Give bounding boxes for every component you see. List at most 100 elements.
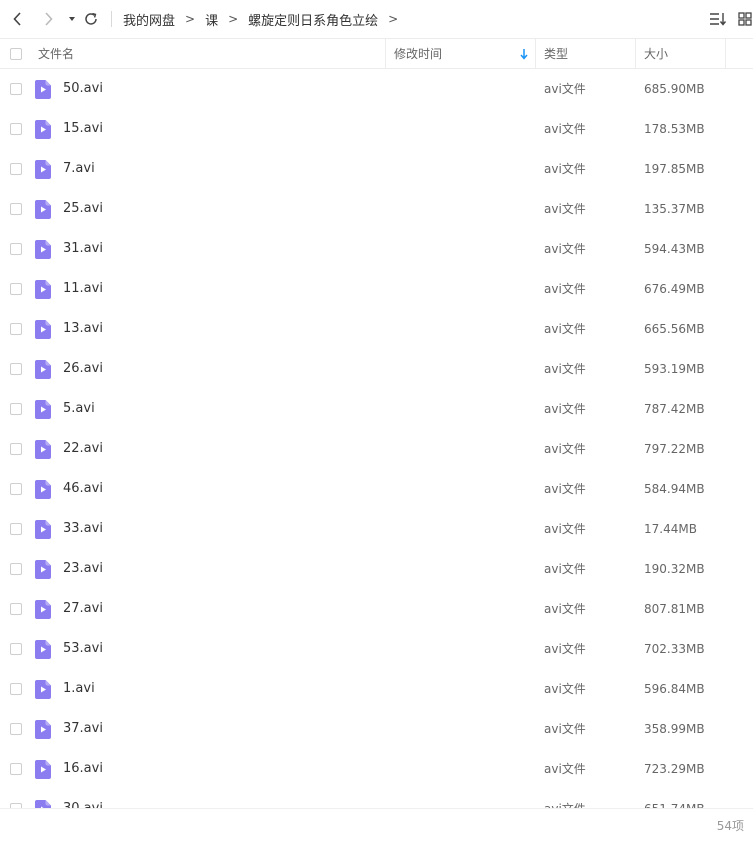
file-type: avi文件 (544, 282, 586, 296)
forward-button[interactable] (38, 9, 58, 29)
file-name[interactable]: 53.avi (63, 629, 103, 669)
column-divider[interactable] (535, 39, 536, 68)
row-checkbox[interactable] (10, 323, 22, 335)
grid-view-button[interactable] (735, 9, 753, 29)
row-checkbox[interactable] (10, 363, 22, 375)
row-checkbox[interactable] (10, 763, 22, 775)
file-name[interactable]: 33.avi (63, 509, 103, 549)
file-row[interactable]: 53.avi avi文件 702.33MB (0, 629, 753, 669)
breadcrumb-item-current[interactable]: 螺旋定则日系角色立绘 (248, 10, 378, 29)
refresh-button[interactable] (81, 9, 101, 29)
video-file-icon (35, 80, 51, 99)
file-list[interactable]: 50.avi avi文件 685.90MB 15.avi avi文件 178.5… (0, 69, 753, 808)
file-type: avi文件 (544, 682, 586, 696)
file-name[interactable]: 7.avi (63, 149, 95, 189)
file-name[interactable]: 23.avi (63, 549, 103, 589)
column-divider[interactable] (635, 39, 636, 68)
file-row[interactable]: 22.avi avi文件 797.22MB (0, 429, 753, 469)
video-file-icon (35, 360, 51, 379)
row-checkbox[interactable] (10, 683, 22, 695)
file-row[interactable]: 33.avi avi文件 17.44MB (0, 509, 753, 549)
file-row[interactable]: 16.avi avi文件 723.29MB (0, 749, 753, 789)
file-name[interactable]: 5.avi (63, 389, 95, 429)
select-all-checkbox[interactable] (10, 47, 22, 60)
column-header-name[interactable]: 文件名 (38, 39, 384, 68)
file-size: 190.32MB (644, 562, 705, 576)
row-checkbox[interactable] (10, 563, 22, 575)
file-size: 593.19MB (644, 362, 705, 376)
file-name[interactable]: 50.avi (63, 69, 103, 109)
video-file-icon (35, 760, 51, 779)
file-row[interactable]: 7.avi avi文件 197.85MB (0, 149, 753, 189)
file-row[interactable]: 15.avi avi文件 178.53MB (0, 109, 753, 149)
column-divider[interactable] (725, 39, 726, 68)
file-name[interactable]: 46.avi (63, 469, 103, 509)
file-row[interactable]: 31.avi avi文件 594.43MB (0, 229, 753, 269)
file-name[interactable]: 11.avi (63, 269, 103, 309)
file-type: avi文件 (544, 242, 586, 256)
row-checkbox[interactable] (10, 163, 22, 175)
column-header-modified[interactable]: 修改时间 (394, 39, 534, 68)
file-name[interactable]: 16.avi (63, 749, 103, 789)
file-row[interactable]: 26.avi avi文件 593.19MB (0, 349, 753, 389)
file-row[interactable]: 23.avi avi文件 190.32MB (0, 549, 753, 589)
video-file-icon (35, 320, 51, 339)
breadcrumb-item-course[interactable]: 课 (205, 10, 218, 29)
row-checkbox[interactable] (10, 403, 22, 415)
file-size: 807.81MB (644, 602, 705, 616)
file-name[interactable]: 22.avi (63, 429, 103, 469)
row-checkbox[interactable] (10, 723, 22, 735)
file-type: avi文件 (544, 362, 586, 376)
chevron-left-icon (13, 12, 21, 26)
sort-button[interactable] (708, 9, 728, 29)
file-row[interactable]: 25.avi avi文件 135.37MB (0, 189, 753, 229)
column-divider[interactable] (385, 39, 386, 68)
file-row[interactable]: 11.avi avi文件 676.49MB (0, 269, 753, 309)
file-name[interactable]: 1.avi (63, 669, 95, 709)
file-size: 178.53MB (644, 122, 705, 136)
file-name[interactable]: 31.avi (63, 229, 103, 269)
file-size: 787.42MB (644, 402, 705, 416)
file-name[interactable]: 30.avi (63, 789, 103, 808)
file-name[interactable]: 25.avi (63, 189, 103, 229)
row-checkbox[interactable] (10, 203, 22, 215)
row-checkbox[interactable] (10, 443, 22, 455)
row-checkbox[interactable] (10, 643, 22, 655)
file-row[interactable]: 5.avi avi文件 787.42MB (0, 389, 753, 429)
file-row[interactable]: 50.avi avi文件 685.90MB (0, 69, 753, 109)
row-checkbox[interactable] (10, 83, 22, 95)
file-type: avi文件 (544, 82, 586, 96)
column-header-type[interactable]: 类型 (544, 39, 634, 68)
history-dropdown-button[interactable] (62, 9, 82, 29)
file-type: avi文件 (544, 162, 586, 176)
file-row[interactable]: 13.avi avi文件 665.56MB (0, 309, 753, 349)
video-file-icon (35, 200, 51, 219)
file-name[interactable]: 37.avi (63, 709, 103, 749)
back-button[interactable] (8, 9, 28, 29)
file-name[interactable]: 15.avi (63, 109, 103, 149)
file-name[interactable]: 27.avi (63, 589, 103, 629)
file-size: 797.22MB (644, 442, 705, 456)
column-header-size[interactable]: 大小 (644, 39, 724, 68)
file-name[interactable]: 26.avi (63, 349, 103, 389)
row-checkbox[interactable] (10, 283, 22, 295)
row-checkbox[interactable] (10, 483, 22, 495)
file-type: avi文件 (544, 762, 586, 776)
file-type: avi文件 (544, 482, 586, 496)
video-file-icon (35, 280, 51, 299)
sort-down-arrow-icon (520, 49, 528, 60)
row-checkbox[interactable] (10, 123, 22, 135)
row-checkbox[interactable] (10, 243, 22, 255)
breadcrumb-item-root[interactable]: 我的网盘 (123, 10, 175, 29)
file-row[interactable]: 46.avi avi文件 584.94MB (0, 469, 753, 509)
file-row[interactable]: 30.avi avi文件 651.74MB (0, 789, 753, 808)
row-checkbox[interactable] (10, 603, 22, 615)
file-row[interactable]: 37.avi avi文件 358.99MB (0, 709, 753, 749)
row-checkbox[interactable] (10, 523, 22, 535)
file-name[interactable]: 13.avi (63, 309, 103, 349)
video-file-icon (35, 480, 51, 499)
video-file-icon (35, 120, 51, 139)
file-row[interactable]: 27.avi avi文件 807.81MB (0, 589, 753, 629)
video-file-icon (35, 160, 51, 179)
file-row[interactable]: 1.avi avi文件 596.84MB (0, 669, 753, 709)
